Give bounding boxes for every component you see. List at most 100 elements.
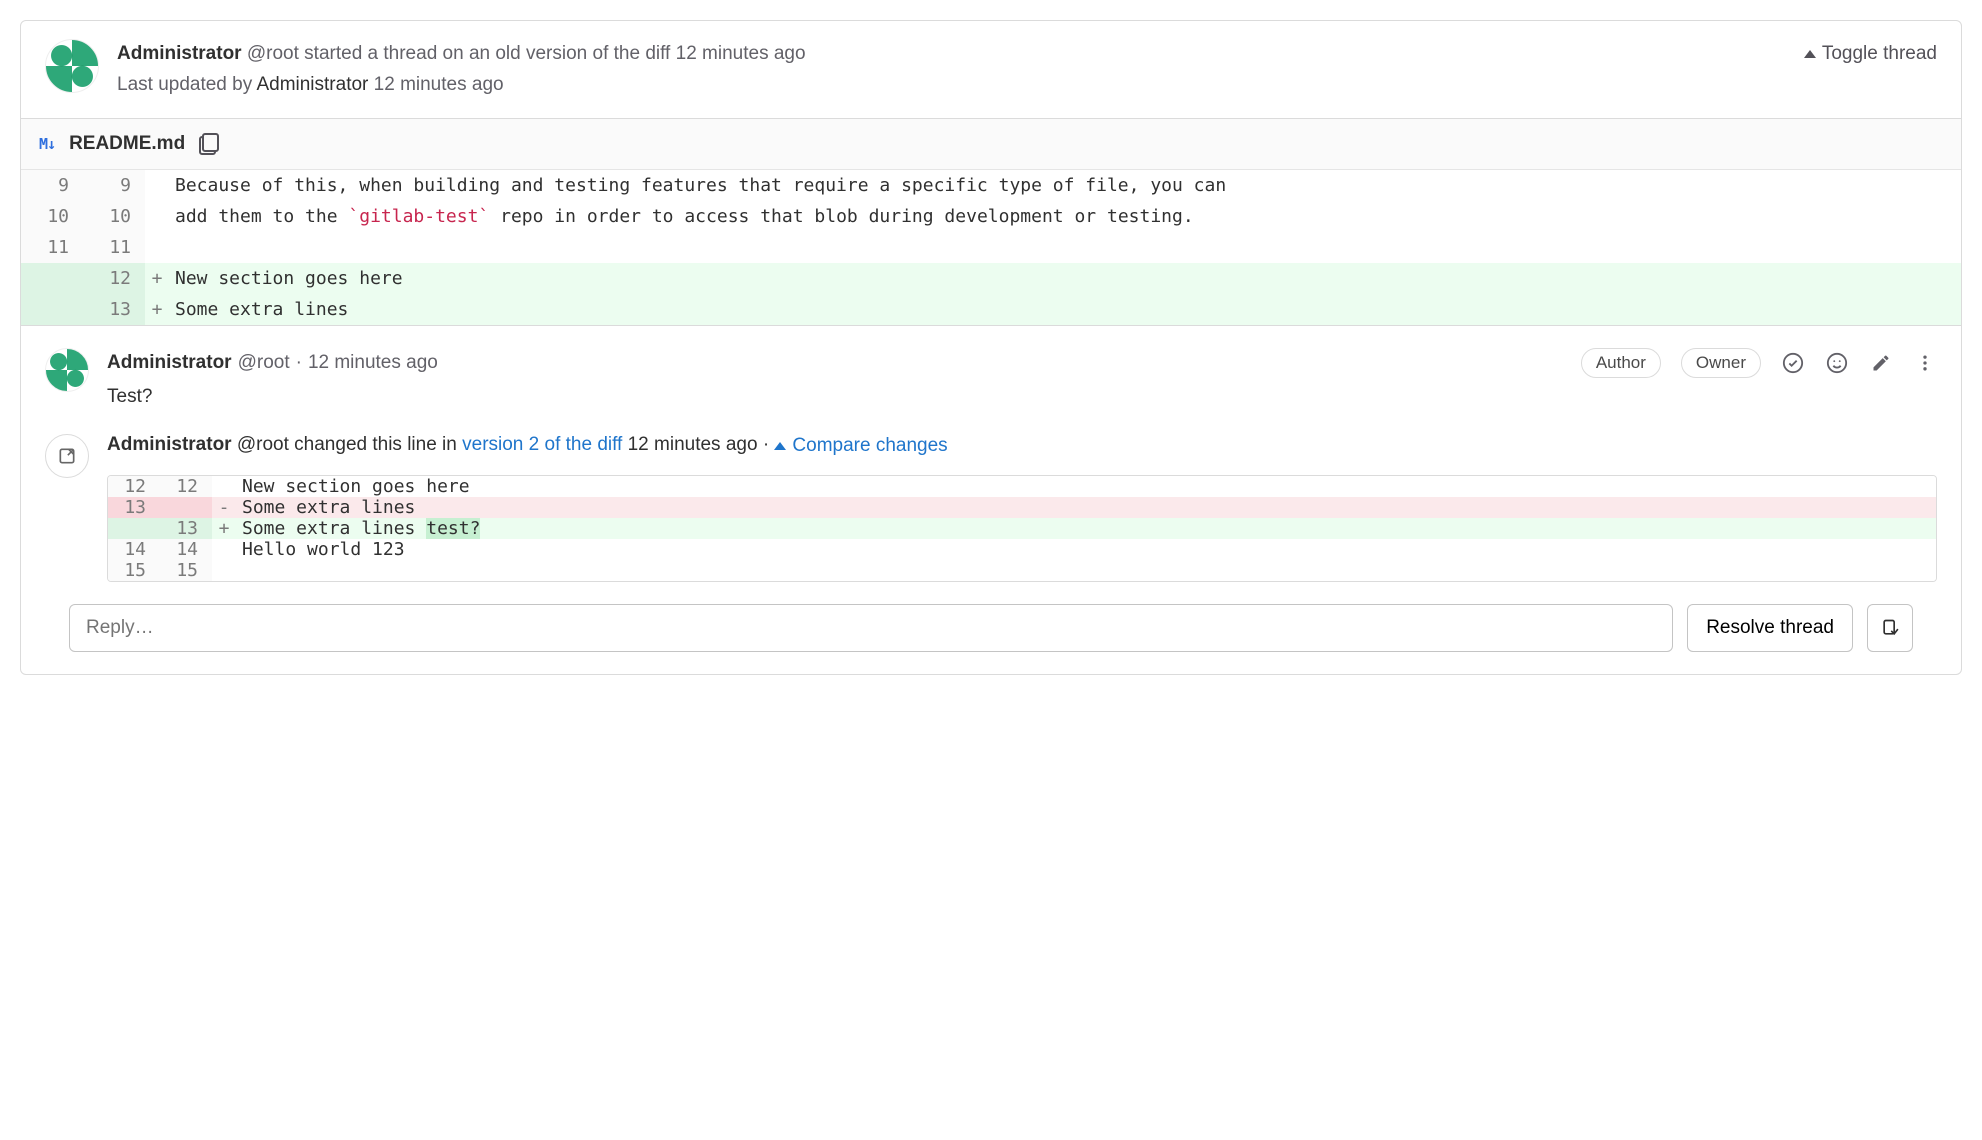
comment-header: Administrator @root · 12 minutes ago Aut… (107, 348, 1937, 378)
diff-code (169, 232, 1961, 263)
diff-code: Because of this, when building and testi… (169, 169, 1961, 201)
system-note: Administrator @root changed this line in… (45, 434, 1937, 582)
file-name[interactable]: README.md (69, 133, 185, 155)
comment-block: Administrator @root · 12 minutes ago Aut… (21, 325, 1961, 674)
line-number-old[interactable] (21, 263, 83, 294)
issue-icon (1880, 618, 1900, 638)
line-number-old[interactable]: 9 (21, 169, 83, 201)
line-number-new[interactable]: 15 (160, 560, 212, 581)
line-number-new[interactable]: 12 (83, 263, 145, 294)
edit-pencil-icon[interactable] (1869, 351, 1893, 375)
line-number-old[interactable] (108, 518, 160, 539)
diff-sign (212, 560, 236, 581)
comment-author-handle[interactable]: @root (238, 352, 290, 374)
separator: · (296, 352, 302, 374)
comment-time: 12 minutes ago (308, 352, 438, 374)
thread-action: started a thread on an old version of th… (304, 43, 670, 64)
system-note-text: Administrator @root changed this line in… (107, 434, 1937, 457)
line-number-new[interactable]: 13 (160, 518, 212, 539)
toggle-thread-button[interactable]: Toggle thread (1804, 39, 1937, 65)
line-number-new[interactable]: 10 (83, 201, 145, 232)
line-number-new[interactable]: 9 (83, 169, 145, 201)
avatar[interactable] (45, 348, 89, 392)
line-number-old[interactable] (21, 294, 83, 325)
avatar[interactable] (45, 39, 99, 93)
sys-action: changed this line in (294, 434, 457, 455)
copy-path-icon[interactable] (199, 133, 219, 155)
comment: Administrator @root · 12 minutes ago Aut… (45, 348, 1937, 408)
compare-changes-toggle[interactable]: Compare changes (774, 435, 947, 457)
line-number-new[interactable] (160, 497, 212, 518)
diff-sign: - (212, 497, 236, 518)
markdown-icon: M↓ (39, 135, 55, 153)
line-number-new[interactable]: 12 (160, 476, 212, 497)
chevron-up-icon (1804, 50, 1816, 58)
reply-row: Resolve thread (45, 582, 1937, 674)
last-updated-by[interactable]: Administrator (256, 74, 368, 95)
thread-header: Administrator @root started a thread on … (21, 21, 1961, 118)
diff-code: add them to the `gitlab-test` repo in or… (169, 201, 1961, 232)
compare-changes-label: Compare changes (792, 435, 947, 457)
owner-badge: Owner (1681, 348, 1761, 378)
diff-code: Some extra lines (236, 497, 1936, 518)
diff-sign (145, 232, 169, 263)
diff-sign (212, 539, 236, 560)
diff-code: New section goes here (169, 263, 1961, 294)
diff-code: New section goes here (236, 476, 1936, 497)
line-number-new[interactable]: 14 (160, 539, 212, 560)
line-number-old[interactable]: 10 (21, 201, 83, 232)
line-number-old[interactable]: 13 (108, 497, 160, 518)
comment-actions: Author Owner (1581, 348, 1937, 378)
diff-sign (145, 169, 169, 201)
diff-row: 99 Because of this, when building and tes… (21, 169, 1961, 201)
author-handle[interactable]: @root (247, 43, 299, 64)
resolve-new-issue-button[interactable] (1867, 604, 1913, 652)
line-number-old[interactable]: 14 (108, 539, 160, 560)
thread-title: Administrator @root started a thread on … (117, 39, 1786, 100)
diff-row: 1212 New section goes here (108, 476, 1936, 497)
file-header: M↓ README.md (21, 118, 1961, 169)
resolve-checkmark-icon[interactable] (1781, 351, 1805, 375)
author-name[interactable]: Administrator (117, 43, 242, 64)
reply-input[interactable] (69, 604, 1673, 652)
diff-code: Hello world 123 (236, 539, 1936, 560)
sys-author-handle[interactable]: @root (237, 434, 289, 455)
sys-author-name[interactable]: Administrator (107, 434, 232, 455)
diff-row: 1515 (108, 560, 1936, 581)
resolve-thread-label: Resolve thread (1706, 617, 1834, 639)
inline-diff: 1212New section goes here13-Some extra l… (107, 475, 1937, 582)
diff-row: 1111 (21, 232, 1961, 263)
last-updated-prefix: Last updated by (117, 74, 252, 95)
emoji-icon[interactable] (1825, 351, 1849, 375)
compose-icon (45, 434, 89, 478)
diff-row: 13 -Some extra lines (108, 497, 1936, 518)
line-number-old[interactable]: 12 (108, 476, 160, 497)
diff-sign: + (145, 263, 169, 294)
toggle-thread-label: Toggle thread (1822, 43, 1937, 65)
kebab-menu-icon[interactable] (1913, 351, 1937, 375)
line-number-old[interactable]: 15 (108, 560, 160, 581)
comment-body-text: Test? (107, 386, 1937, 408)
diff-row: 13+Some extra lines (21, 294, 1961, 325)
line-number-new[interactable]: 13 (83, 294, 145, 325)
resolve-thread-button[interactable]: Resolve thread (1687, 604, 1853, 652)
diff-sign (145, 201, 169, 232)
sys-time: 12 minutes ago (628, 434, 758, 455)
line-number-new[interactable]: 11 (83, 232, 145, 263)
diff-code: Some extra lines (169, 294, 1961, 325)
line-number-old[interactable]: 11 (21, 232, 83, 263)
thread-card: Administrator @root started a thread on … (20, 20, 1962, 675)
diff-table: 99 Because of this, when building and tes… (21, 169, 1961, 325)
diff-code: Some extra lines test? (236, 518, 1936, 539)
diff-sign: + (145, 294, 169, 325)
diff-row: 13+Some extra lines test? (108, 518, 1936, 539)
comment-author-name[interactable]: Administrator (107, 352, 232, 374)
chevron-up-icon (774, 442, 786, 450)
diff-row: 12+New section goes here (21, 263, 1961, 294)
separator: · (763, 434, 769, 455)
last-updated-time: 12 minutes ago (374, 74, 504, 95)
author-badge: Author (1581, 348, 1661, 378)
diff-version-link[interactable]: version 2 of the diff (462, 434, 622, 455)
diff-code (236, 560, 1936, 581)
thread-time: 12 minutes ago (676, 43, 806, 64)
